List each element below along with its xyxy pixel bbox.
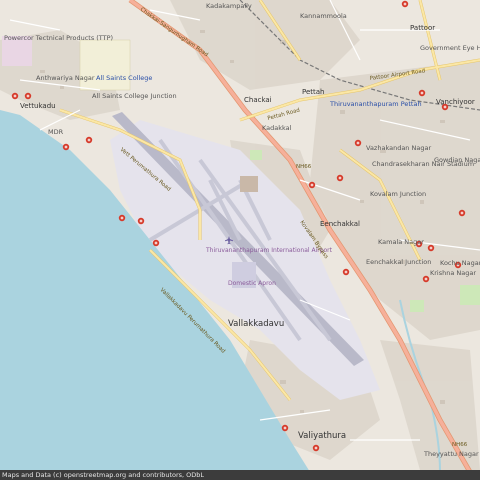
label-kadakampally: Kadakampally (206, 2, 252, 10)
label-kadakkal: Kadakkal (262, 124, 292, 132)
label-mdr: MDR (48, 128, 64, 136)
hospital-icon[interactable] (152, 239, 160, 247)
hospital-icon[interactable] (118, 214, 126, 222)
map-canvas[interactable]: Powercor Tectnical Products (TTP) Vettuk… (0, 0, 480, 480)
label-tvm-pettah: Thiruvananthapuram Pettah (329, 100, 422, 108)
terminal-building (240, 176, 258, 192)
hospital-icon[interactable] (62, 143, 70, 151)
label-domestic: Domestic Apron (228, 280, 276, 287)
label-vallakkadavu: Vallakkadavu (228, 319, 284, 329)
label-powercor: Powercor Tectnical Products (TTP) (4, 34, 113, 42)
label-valiyathura: Valiyathura (298, 431, 346, 441)
hospital-icon[interactable] (427, 244, 435, 252)
label-pattoor: Pattoor (410, 24, 435, 32)
label-road-nh66: NH66 (296, 164, 312, 170)
hospital-icon[interactable] (336, 174, 344, 182)
label-kannammoola: Kannammoola (300, 12, 347, 20)
label-eenchakkal-jn: Eenchakkal Junction (366, 258, 431, 266)
label-kovalam-jn: Kovalam Junction (370, 190, 426, 198)
label-airport: Thiruvananthapuram International Airport (205, 247, 333, 254)
label-pettah: Pettah (302, 88, 325, 96)
map-attribution: Maps and Data (c) openstreetmap.org and … (0, 470, 480, 480)
college-campus (79, 39, 131, 91)
hospital-icon[interactable] (24, 92, 32, 100)
hospital-icon[interactable] (401, 0, 409, 8)
label-eenchakkal: Eenchakkal (320, 220, 360, 228)
label-anthwariya: Anthwariya Nagar (36, 74, 95, 82)
hospital-icon[interactable] (354, 139, 362, 147)
hospital-icon[interactable] (312, 444, 320, 452)
hospital-icon[interactable] (281, 424, 289, 432)
hospital-icon[interactable] (422, 275, 430, 283)
label-eye-hospital: Government Eye Hospital Junction (420, 44, 480, 52)
hospital-icon[interactable] (85, 136, 93, 144)
hospital-icon[interactable] (458, 209, 466, 217)
label-kochu-nagar: Kochu Nagar (440, 259, 480, 267)
label-road-nh66-south: NH66 (452, 442, 468, 448)
hospital-icon[interactable] (342, 268, 350, 276)
label-krishna-nagar: Krishna Nagar (430, 269, 476, 277)
hospital-icon[interactable] (418, 89, 426, 97)
hospital-icon[interactable] (137, 217, 145, 225)
label-all-saints-jn: All Saints College Junction (92, 92, 177, 100)
label-gowdian: Gowdian Nagar (434, 156, 480, 164)
label-vanchiyoor: Vanchiyoor (436, 98, 475, 106)
label-all-saints: All Saints College (96, 74, 152, 82)
label-kamala-nagar: Kamala Nagar (378, 238, 424, 246)
label-theyyattu: Theyyattu Nagar (423, 450, 479, 458)
label-chackai: Chackai (244, 96, 272, 104)
hospital-icon[interactable] (11, 92, 19, 100)
label-vazhakandan: Vazhakandan Nagar (366, 144, 431, 152)
hospital-icon[interactable] (308, 181, 316, 189)
label-vettukadu: Vettukadu (20, 102, 56, 110)
